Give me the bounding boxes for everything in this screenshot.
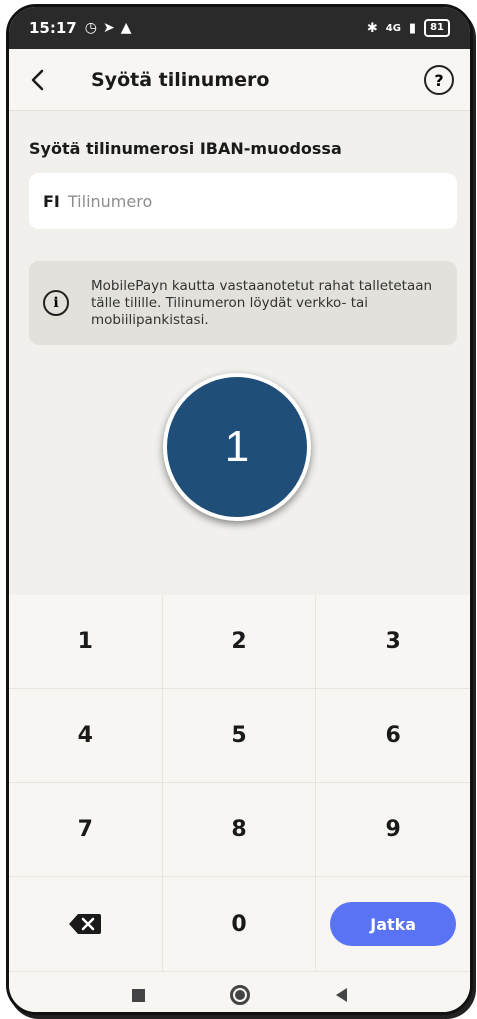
battery-indicator: 81 — [424, 19, 450, 37]
info-box: i MobilePayn kautta vastaanotetut rahat … — [29, 261, 457, 345]
navigation-arrow-icon: ➤ — [102, 20, 115, 36]
info-text: MobilePayn kautta vastaanotetut rahat ta… — [91, 277, 433, 328]
back-button[interactable] — [9, 49, 65, 111]
info-icon: i — [43, 290, 69, 316]
recents-icon[interactable] — [131, 988, 145, 1002]
key-8[interactable]: 8 — [162, 783, 317, 877]
key-5[interactable]: 5 — [162, 689, 317, 783]
key-0[interactable]: 0 — [163, 877, 317, 971]
account-number-input[interactable] — [67, 191, 388, 211]
alarm-icon: ◷ — [84, 20, 97, 36]
help-button[interactable]: ? — [424, 65, 454, 95]
status-time: 15:17 — [29, 19, 77, 37]
key-6[interactable]: 6 — [316, 689, 470, 783]
phone-frame: 15:17 ◷ ➤ ▲ ✱ 4G ▮ 81 Syötä tilinumero ?… — [6, 4, 473, 1015]
signal-icon: ▮ — [408, 20, 417, 36]
key-3[interactable]: 3 — [316, 595, 470, 689]
back-triangle-icon[interactable] — [336, 988, 348, 1002]
app-bar: Syötä tilinumero ? — [9, 49, 470, 111]
system-nav-bar — [9, 971, 470, 1012]
home-icon[interactable] — [230, 985, 251, 1005]
key-7[interactable]: 7 — [9, 783, 163, 877]
key-2[interactable]: 2 — [162, 595, 317, 689]
warning-triangle-icon: ▲ — [120, 20, 132, 36]
status-bar: 15:17 ◷ ➤ ▲ ✱ 4G ▮ 81 — [9, 7, 470, 49]
continue-button[interactable]: Jatka — [330, 902, 457, 946]
iban-label: Syötä tilinumerosi IBAN-muodossa — [29, 139, 342, 158]
status-right: ✱ 4G ▮ 81 — [367, 19, 450, 37]
country-prefix: FI — [43, 191, 60, 211]
question-icon: ? — [434, 70, 444, 90]
key-9[interactable]: 9 — [316, 783, 470, 877]
network-label: 4G — [385, 22, 401, 34]
bluetooth-icon: ✱ — [366, 20, 378, 36]
backspace-key[interactable] — [9, 877, 163, 971]
chevron-left-icon — [31, 69, 44, 90]
key-4[interactable]: 4 — [9, 689, 163, 783]
step-number-badge: 1 — [163, 373, 311, 521]
page-title: Syötä tilinumero — [91, 68, 270, 91]
backspace-icon — [69, 914, 102, 934]
key-1[interactable]: 1 — [9, 595, 163, 689]
numeric-keypad: 1 2 3 4 5 6 7 8 9 0 Jatka — [9, 595, 470, 971]
continue-key: Jatka — [316, 877, 470, 971]
iban-field[interactable]: FI — [29, 173, 457, 229]
